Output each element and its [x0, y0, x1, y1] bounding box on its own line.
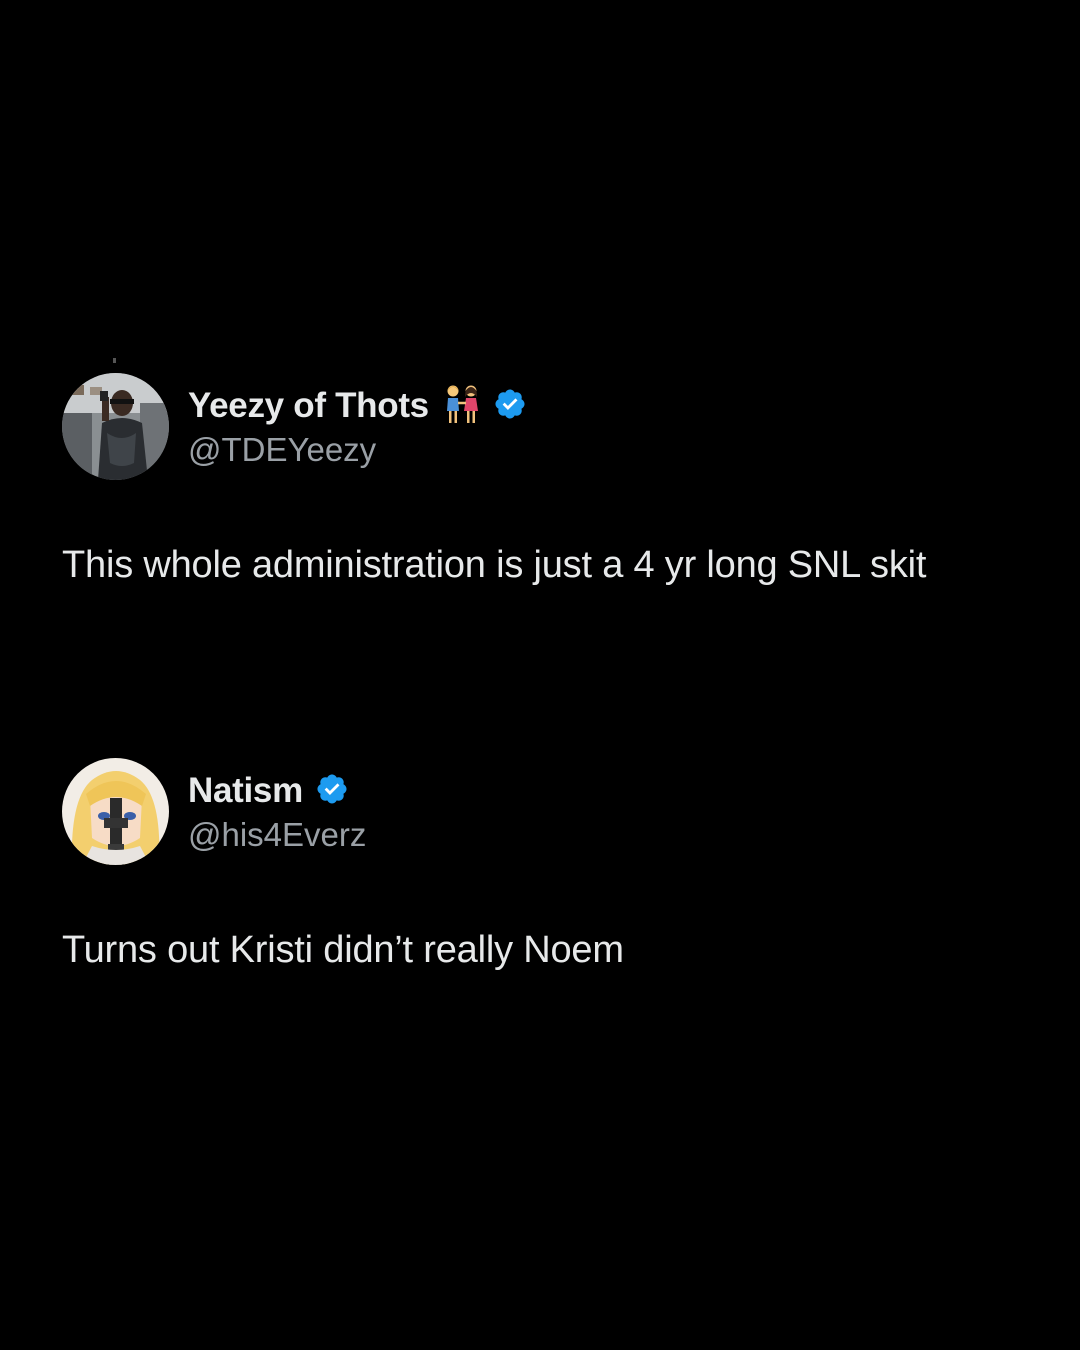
avatar[interactable]	[62, 372, 169, 480]
avatar-image	[62, 372, 169, 480]
tweet-card: Yeezy of Thots @TDEYeezy This whole admi…	[62, 372, 1042, 587]
verified-badge-icon	[493, 387, 527, 426]
display-name-row: Yeezy of Thots	[188, 383, 527, 429]
tweet-names: Natism @his4Everz	[188, 768, 366, 854]
user-handle[interactable]: @TDEYeezy	[188, 431, 527, 469]
tweet-card: Natism @his4Everz Turns out Kristi didn’…	[62, 757, 1042, 972]
tweet-header: Yeezy of Thots @TDEYeezy	[62, 372, 1042, 480]
tweet-text: Turns out Kristi didn’t really Noem	[62, 929, 624, 971]
two-women-holding-hands-icon	[443, 383, 481, 430]
avatar[interactable]	[62, 757, 169, 865]
user-handle[interactable]: @his4Everz	[188, 816, 366, 854]
tweet-text: This whole administration is just a 4 yr…	[62, 544, 927, 586]
avatar-image	[62, 757, 169, 865]
display-name[interactable]: Natism	[188, 771, 303, 811]
display-name[interactable]: Yeezy of Thots	[188, 386, 429, 426]
tweet-header: Natism @his4Everz	[62, 757, 1042, 865]
tweet-names: Yeezy of Thots @TDEYeezy	[188, 383, 527, 469]
verified-badge-icon	[315, 772, 349, 811]
display-name-row: Natism	[188, 768, 366, 814]
decorative-dot	[113, 358, 116, 363]
